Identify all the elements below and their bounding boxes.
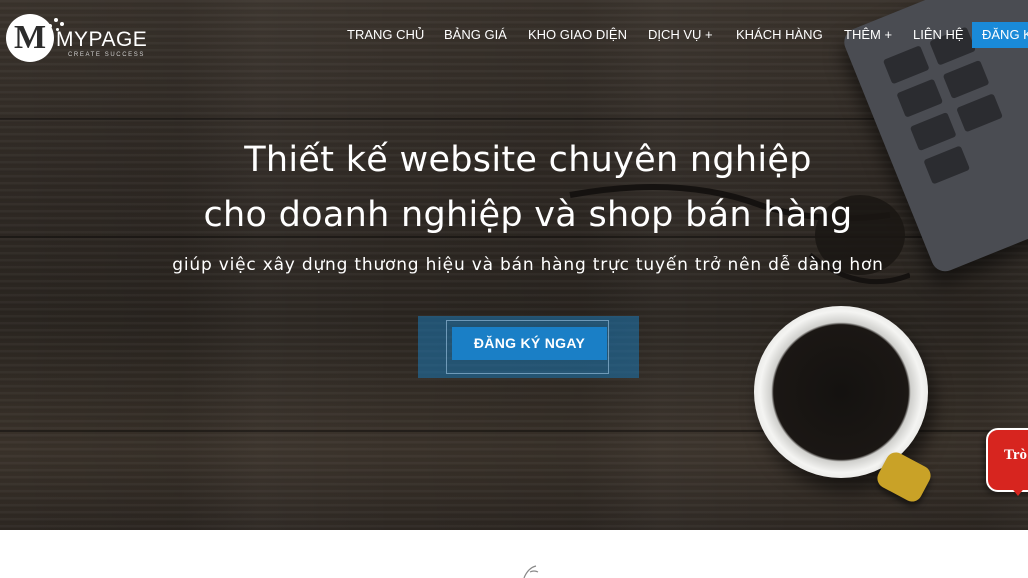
register-now-button[interactable]: ĐĂNG KÝ NGAY — [452, 327, 607, 360]
content-section — [0, 530, 1028, 578]
glasses-image — [569, 184, 910, 285]
decorative-leaf-icon — [523, 565, 539, 578]
nav-item-home[interactable]: TRANG CHỦ — [347, 24, 424, 46]
nav-item-pricing[interactable]: BẢNG GIÁ — [444, 24, 507, 46]
chat-badge-tail — [1010, 486, 1026, 496]
hero-title-line-2: cho doanh nghiệp và shop bán hàng — [203, 195, 853, 235]
nav-item-customers[interactable]: KHÁCH HÀNG — [736, 24, 823, 46]
nav-item-themes[interactable]: KHO GIAO DIỆN — [528, 24, 627, 46]
logo-tagline: CREATE SUCCESS — [68, 52, 145, 58]
hero-title-line-1: Thiết kế website chuyên nghiệp — [244, 140, 812, 180]
nav-item-more[interactable]: THÊM + — [844, 24, 892, 46]
nav-item-contact[interactable]: LIÊN HỆ — [913, 24, 964, 46]
hero-cta-container: ĐĂNG KÝ NGAY — [418, 316, 639, 378]
signup-nav-button[interactable]: ĐĂNG KÝ — [972, 22, 1028, 48]
site-header: M MYPAGE CREATE SUCCESS TRANG CHỦ BẢNG G… — [0, 0, 1028, 70]
chat-badge-label[interactable]: Trò — [1004, 447, 1027, 464]
hero-subtitle: giúp việc xây dựng thương hiệu và bán hà… — [172, 255, 884, 275]
nav-item-services[interactable]: DỊCH VỤ + — [648, 24, 713, 46]
coffee-cup-image — [754, 306, 928, 478]
main-nav: TRANG CHỦ BẢNG GIÁ KHO GIAO DIỆN DỊCH VỤ… — [0, 24, 1028, 46]
